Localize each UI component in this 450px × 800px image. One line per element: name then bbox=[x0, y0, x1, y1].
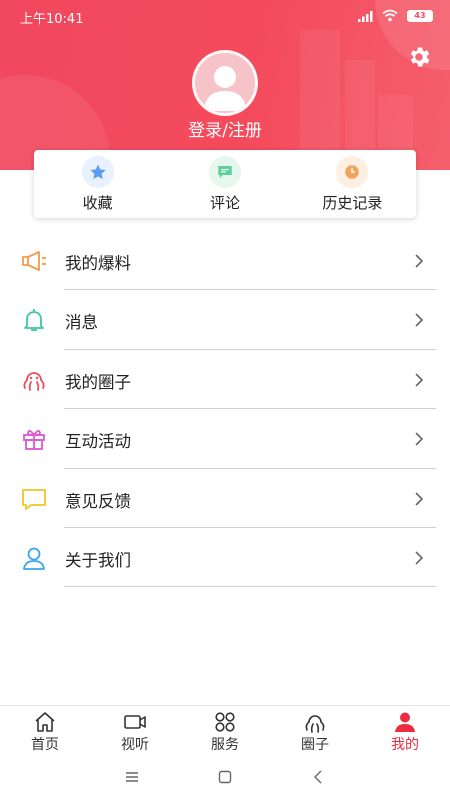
menu-item-label: 互动活动 bbox=[65, 432, 131, 452]
menu-item-label: 消息 bbox=[65, 313, 98, 333]
divider bbox=[64, 586, 436, 588]
signal-icon bbox=[358, 11, 373, 22]
menu-list: 我的爆料 消息 我的圈子 互动活动 意见反馈 关于我们 bbox=[0, 231, 450, 588]
tab-services[interactable]: 服务 bbox=[180, 706, 270, 755]
chevron-right-icon bbox=[415, 313, 424, 327]
menu-item-messages[interactable]: 消息 bbox=[0, 290, 450, 350]
menu-item-about-us[interactable]: 关于我们 bbox=[0, 528, 450, 588]
quick-actions-card: 收藏 评论 历史记录 bbox=[34, 150, 416, 218]
grid-icon bbox=[215, 712, 235, 732]
chevron-right-icon bbox=[415, 491, 424, 506]
default-avatar-icon bbox=[204, 66, 246, 111]
menu-item-my-circles[interactable]: 我的圈子 bbox=[0, 350, 450, 410]
tab-circles[interactable]: 圈子 bbox=[270, 706, 360, 755]
system-nav-bar bbox=[0, 755, 450, 800]
menu-item-label: 关于我们 bbox=[65, 550, 131, 570]
quick-action-label: 历史记录 bbox=[322, 194, 383, 212]
tab-mine[interactable]: 我的 bbox=[360, 706, 450, 755]
bell-icon bbox=[24, 309, 44, 332]
quick-action-label: 评论 bbox=[209, 194, 240, 212]
quick-action-favorites[interactable]: 收藏 bbox=[34, 150, 161, 218]
menu-item-my-tips[interactable]: 我的爆料 bbox=[0, 231, 450, 291]
tab-label: 视听 bbox=[121, 737, 149, 753]
quick-action-comments[interactable]: 评论 bbox=[161, 150, 288, 218]
menu-item-feedback[interactable]: 意见反馈 bbox=[0, 469, 450, 528]
star-icon bbox=[81, 156, 114, 188]
chevron-right-icon bbox=[415, 432, 424, 446]
status-time: 上午10:41 bbox=[20, 12, 84, 27]
gear-icon[interactable] bbox=[406, 44, 432, 70]
tab-label: 圈子 bbox=[301, 737, 329, 753]
tab-label: 首页 bbox=[31, 737, 59, 753]
battery-indicator: 43 bbox=[407, 10, 433, 22]
chevron-right-icon bbox=[415, 254, 424, 268]
clock-icon bbox=[336, 156, 369, 188]
home-icon bbox=[35, 712, 55, 732]
quick-action-history[interactable]: 历史记录 bbox=[289, 150, 416, 218]
profile-header: 上午10:41 43 登录/注册 bbox=[0, 0, 450, 170]
tab-label: 服务 bbox=[211, 737, 239, 753]
status-bar: 上午10:41 43 bbox=[0, 0, 450, 32]
gift-icon bbox=[23, 430, 45, 451]
avatar[interactable] bbox=[192, 50, 258, 116]
megaphone-icon bbox=[22, 251, 46, 271]
chevron-right-icon bbox=[415, 551, 424, 565]
tab-video[interactable]: 视听 bbox=[90, 706, 180, 755]
back-icon[interactable] bbox=[310, 768, 328, 786]
bottom-tab-bar: 首页 视听 服务 圈子 我的 bbox=[0, 705, 450, 755]
video-icon bbox=[124, 715, 146, 729]
menu-item-activities[interactable]: 互动活动 bbox=[0, 409, 450, 469]
login-register-link[interactable]: 登录/注册 bbox=[125, 116, 325, 141]
person-icon bbox=[23, 547, 45, 570]
feedback-icon bbox=[22, 488, 46, 510]
home-square-icon[interactable] bbox=[216, 768, 234, 786]
wifi-icon bbox=[382, 9, 398, 22]
octopus-icon bbox=[305, 715, 325, 733]
chevron-right-icon bbox=[415, 373, 424, 387]
octopus-icon bbox=[23, 371, 45, 391]
menu-item-label: 我的圈子 bbox=[65, 372, 131, 392]
tab-home[interactable]: 首页 bbox=[0, 706, 90, 755]
menu-icon[interactable] bbox=[123, 768, 141, 786]
menu-item-label: 意见反馈 bbox=[65, 491, 131, 511]
menu-item-label: 我的爆料 bbox=[65, 254, 131, 273]
comment-icon bbox=[208, 156, 241, 188]
quick-action-label: 收藏 bbox=[82, 194, 113, 212]
user-icon bbox=[395, 712, 415, 732]
tab-label: 我的 bbox=[391, 737, 419, 753]
header-decor-building bbox=[300, 30, 340, 170]
